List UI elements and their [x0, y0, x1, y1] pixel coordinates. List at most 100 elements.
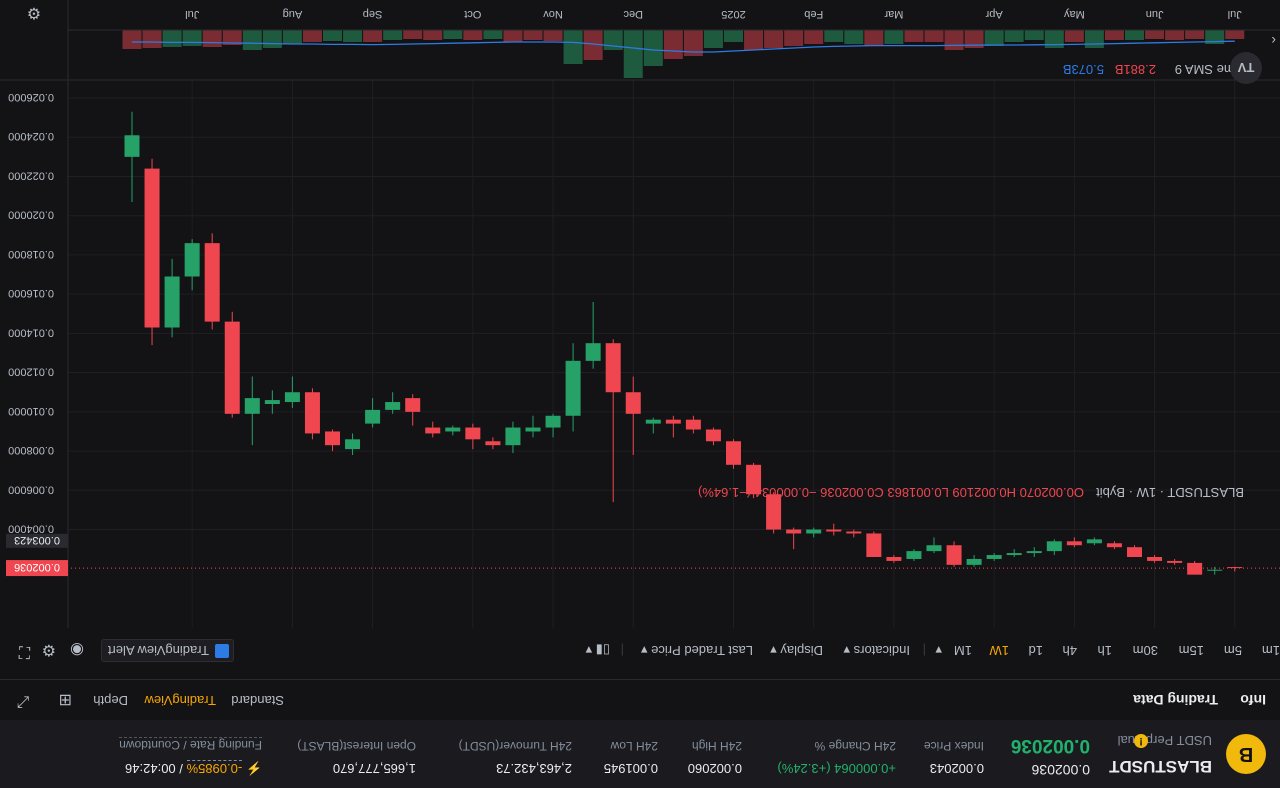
- symbol-name[interactable]: BLASTUSDT: [1109, 756, 1212, 776]
- volume-bar: [984, 30, 1004, 46]
- candle-body: [826, 529, 842, 532]
- last-price-button[interactable]: Last Traded Price ▾: [641, 642, 753, 658]
- candle: [505, 421, 521, 454]
- volume-bar: [663, 30, 683, 59]
- camera-icon[interactable]: ◉: [70, 640, 84, 660]
- tv-logo-icon[interactable]: TV: [1230, 52, 1262, 84]
- tradingview-alert-button[interactable]: TradingView Alert: [100, 639, 234, 662]
- volume-bar: [182, 30, 202, 46]
- tab-trading-data[interactable]: Trading Data: [1133, 692, 1218, 708]
- tab-tradingview[interactable]: TradingView: [144, 693, 216, 708]
- candle: [485, 437, 501, 450]
- candle: [224, 311, 240, 418]
- candle: [1127, 545, 1142, 557]
- alert-clock-icon: [215, 644, 229, 658]
- candle-body: [1066, 541, 1082, 546]
- time-tick-label: Jul: [1228, 8, 1242, 20]
- candle: [385, 392, 401, 414]
- interval-5m[interactable]: 5m: [1224, 643, 1242, 658]
- stat-label: Open Interest(BLAST): [297, 739, 416, 753]
- candle-body: [585, 343, 601, 361]
- tab-info[interactable]: Info: [1240, 692, 1266, 708]
- volume-bar: [944, 30, 964, 50]
- volume-bar: [122, 30, 142, 49]
- indicators-button[interactable]: Indicators ▾: [843, 642, 910, 658]
- volume-bar: [423, 30, 443, 40]
- fullscreen-icon[interactable]: ⤢: [17, 692, 30, 710]
- interval-1mo[interactable]: 1M: [954, 643, 972, 658]
- layout-grid-icon[interactable]: ⊞: [59, 690, 72, 710]
- candle: [906, 549, 922, 561]
- expand-icon[interactable]: ⛶: [19, 642, 30, 660]
- volume-bar: [724, 30, 743, 42]
- svg-text:TV: TV: [1237, 60, 1254, 75]
- candle-body: [1106, 543, 1122, 548]
- volume-bar: [703, 30, 723, 48]
- gear-icon[interactable]: ⚙: [27, 4, 41, 21]
- interval-1w[interactable]: 1W: [990, 643, 1010, 658]
- volume-bar: [1104, 30, 1124, 40]
- chart-type-candles-icon[interactable]: ▯▮ ▾: [586, 642, 610, 658]
- volume-bar: [1004, 30, 1024, 42]
- candle-body: [906, 551, 922, 559]
- funding-rate-stat[interactable]: ⚡ -0.0985% / 00:42:46 Funding Rate / Cou…: [119, 737, 262, 776]
- settings-icon[interactable]: ⚙: [42, 640, 56, 660]
- volume-bar: [302, 30, 322, 42]
- candle-body: [345, 439, 361, 450]
- interval-15m[interactable]: 15m: [1179, 643, 1204, 658]
- candle-body: [866, 533, 882, 557]
- chart-grid: [68, 80, 1280, 628]
- candle-body: [705, 429, 721, 442]
- candle-body: [325, 431, 340, 446]
- time-tick-label: Sep: [363, 8, 383, 20]
- volume-bar: [363, 30, 383, 42]
- volume-bar: [162, 30, 182, 47]
- volume-bar: [503, 30, 523, 42]
- interval-dropdown-icon[interactable]: ▾: [935, 642, 942, 658]
- candle-body: [425, 427, 441, 434]
- volume-bar: [343, 30, 363, 42]
- candle: [164, 258, 180, 338]
- candle: [685, 415, 701, 434]
- candle: [986, 553, 1002, 561]
- tab-depth[interactable]: Depth: [93, 693, 128, 708]
- volume-bar: [202, 30, 222, 47]
- candle: [625, 376, 641, 455]
- price-tick-label: 0.024000: [8, 130, 54, 142]
- ticker-header: B BLASTUSDT USDT Perpetual ! 0.002036 0.…: [0, 719, 1280, 788]
- price-tick-label: 0.010000: [8, 405, 54, 417]
- ohlc-values: O0.002070 H0.002109 L0.001863 C0.002036 …: [698, 485, 1084, 500]
- interval-1h[interactable]: 1h: [1098, 643, 1112, 658]
- interval-4h[interactable]: 4h: [1063, 643, 1077, 658]
- display-button[interactable]: Display ▾: [770, 642, 823, 658]
- candle-body: [1127, 547, 1142, 557]
- chart-canvas[interactable]: 0.004000 0.006000 0.008000 0.010000 0.012000…: [0, 0, 1280, 628]
- tab-standard[interactable]: Standard: [231, 693, 284, 708]
- candle-body: [1026, 551, 1042, 554]
- volume-bar: [804, 30, 824, 44]
- stat-value: 0.002060: [687, 761, 742, 776]
- candle-body: [605, 343, 621, 393]
- volume-bar: [924, 30, 944, 42]
- candle: [365, 398, 381, 428]
- candle: [405, 394, 421, 426]
- volume-legend-value: 2.881B: [1115, 62, 1156, 77]
- price-chart[interactable]: 0.004000 0.006000 0.008000 0.010000 0.012000…: [0, 0, 1280, 628]
- stat-value: 2,463,432.73: [496, 761, 572, 776]
- collapse-arrow-icon[interactable]: ‹: [1271, 33, 1276, 49]
- funding-rate-value: -0.0985%: [186, 760, 243, 776]
- interval-30m[interactable]: 30m: [1133, 643, 1158, 658]
- candle: [866, 531, 882, 557]
- high-stat: 0.002060 24H High: [688, 739, 742, 776]
- candle: [244, 376, 260, 446]
- warning-icon[interactable]: !: [1134, 734, 1148, 748]
- price-axis: 0.004000 0.006000 0.008000 0.010000 0.012000…: [8, 91, 54, 535]
- candle: [886, 555, 902, 563]
- candle-body: [1187, 562, 1203, 575]
- interval-1d[interactable]: 1d: [1029, 643, 1043, 658]
- volume-bar: [463, 30, 483, 40]
- candle-body: [124, 135, 140, 157]
- candle: [545, 413, 561, 438]
- interval-1m[interactable]: 1m: [1262, 643, 1280, 658]
- candle-body: [365, 409, 381, 424]
